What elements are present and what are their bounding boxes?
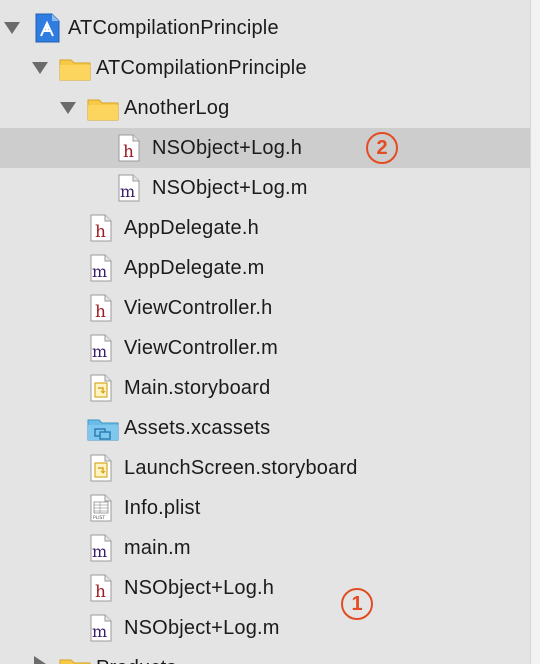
subgroup-row[interactable]: AnotherLog (0, 88, 530, 128)
file-label: NSObject+Log.h (124, 577, 275, 599)
products-row[interactable]: Products (0, 648, 530, 664)
file-label: AppDelegate.m (124, 257, 265, 279)
file-label: NSObject+Log.m (124, 617, 280, 639)
folder-icon (59, 659, 91, 664)
file-row[interactable]: m NSObject+Log.m (0, 608, 530, 648)
header-file-icon: h (90, 294, 112, 322)
file-row[interactable]: m NSObject+Log.m (0, 168, 530, 208)
file-row[interactable]: h AppDelegate.h (0, 208, 530, 248)
disclosure-triangle-expanded-icon[interactable] (60, 102, 76, 114)
file-row[interactable]: Main.storyboard (0, 368, 530, 408)
file-label: NSObject+Log.m (152, 177, 308, 199)
xcode-project-icon (35, 13, 60, 43)
file-label: Assets.xcassets (124, 417, 271, 439)
implementation-file-icon: m (90, 334, 112, 362)
file-row[interactable]: m AppDelegate.m (0, 248, 530, 288)
file-label: AppDelegate.h (124, 217, 259, 239)
file-label: Info.plist (124, 497, 201, 519)
project-row[interactable]: ATCompilationPrinciple (0, 8, 530, 48)
folder-icon (59, 59, 91, 81)
file-label: ViewController.m (124, 337, 279, 359)
disclosure-triangle-collapsed-icon[interactable] (34, 656, 46, 664)
file-row[interactable]: m main.m (0, 528, 530, 568)
file-row[interactable]: m ViewController.m (0, 328, 530, 368)
subgroup-label: AnotherLog (124, 97, 230, 119)
svg-text:m: m (92, 342, 107, 361)
file-row[interactable]: Assets.xcassets (0, 408, 530, 448)
disclosure-triangle-expanded-icon[interactable] (32, 62, 48, 74)
svg-text:m: m (92, 262, 107, 281)
svg-text:h: h (123, 142, 134, 162)
svg-text:m: m (92, 622, 107, 641)
implementation-file-icon: m (90, 534, 112, 562)
header-file-icon: h (90, 574, 112, 602)
annotation-badge-2: 2 (366, 132, 398, 164)
svg-text:h: h (95, 222, 106, 242)
plist-icon-caption: PLIST (93, 515, 105, 521)
group-label: ATCompilationPrinciple (96, 57, 307, 79)
asset-catalog-folder-icon (87, 419, 119, 441)
file-label: main.m (124, 537, 191, 559)
implementation-file-icon: m (118, 174, 140, 202)
file-label: LaunchScreen.storyboard (124, 457, 358, 479)
scrollbar-track[interactable] (530, 0, 540, 664)
file-row[interactable]: LaunchScreen.storyboard (0, 448, 530, 488)
file-row[interactable]: h ViewController.h (0, 288, 530, 328)
header-file-icon: h (118, 134, 140, 162)
svg-text:h: h (95, 302, 106, 322)
implementation-file-icon: m (90, 254, 112, 282)
implementation-file-icon: m (90, 614, 112, 642)
file-label: NSObject+Log.h (152, 137, 303, 159)
file-label: Main.storyboard (124, 377, 271, 399)
storyboard-file-icon (90, 454, 112, 482)
file-row[interactable]: PLIST Info.plist (0, 488, 530, 528)
products-label: Products (96, 656, 177, 664)
svg-text:m: m (120, 182, 135, 201)
file-row-selected[interactable]: h NSObject+Log.h 2 (0, 128, 530, 168)
svg-text:h: h (95, 582, 106, 602)
file-label: ViewController.h (124, 297, 273, 319)
project-navigator: ATCompilationPrinciple ATCompilationPrin… (0, 0, 530, 664)
project-label: ATCompilationPrinciple (68, 17, 279, 39)
header-file-icon: h (90, 214, 112, 242)
group-row[interactable]: ATCompilationPrinciple (0, 48, 530, 88)
disclosure-triangle-expanded-icon[interactable] (4, 22, 20, 34)
svg-text:m: m (92, 542, 107, 561)
plist-file-icon: PLIST (90, 494, 112, 522)
file-row[interactable]: h NSObject+Log.h (0, 568, 530, 608)
storyboard-file-icon (90, 374, 112, 402)
folder-icon (87, 99, 119, 121)
